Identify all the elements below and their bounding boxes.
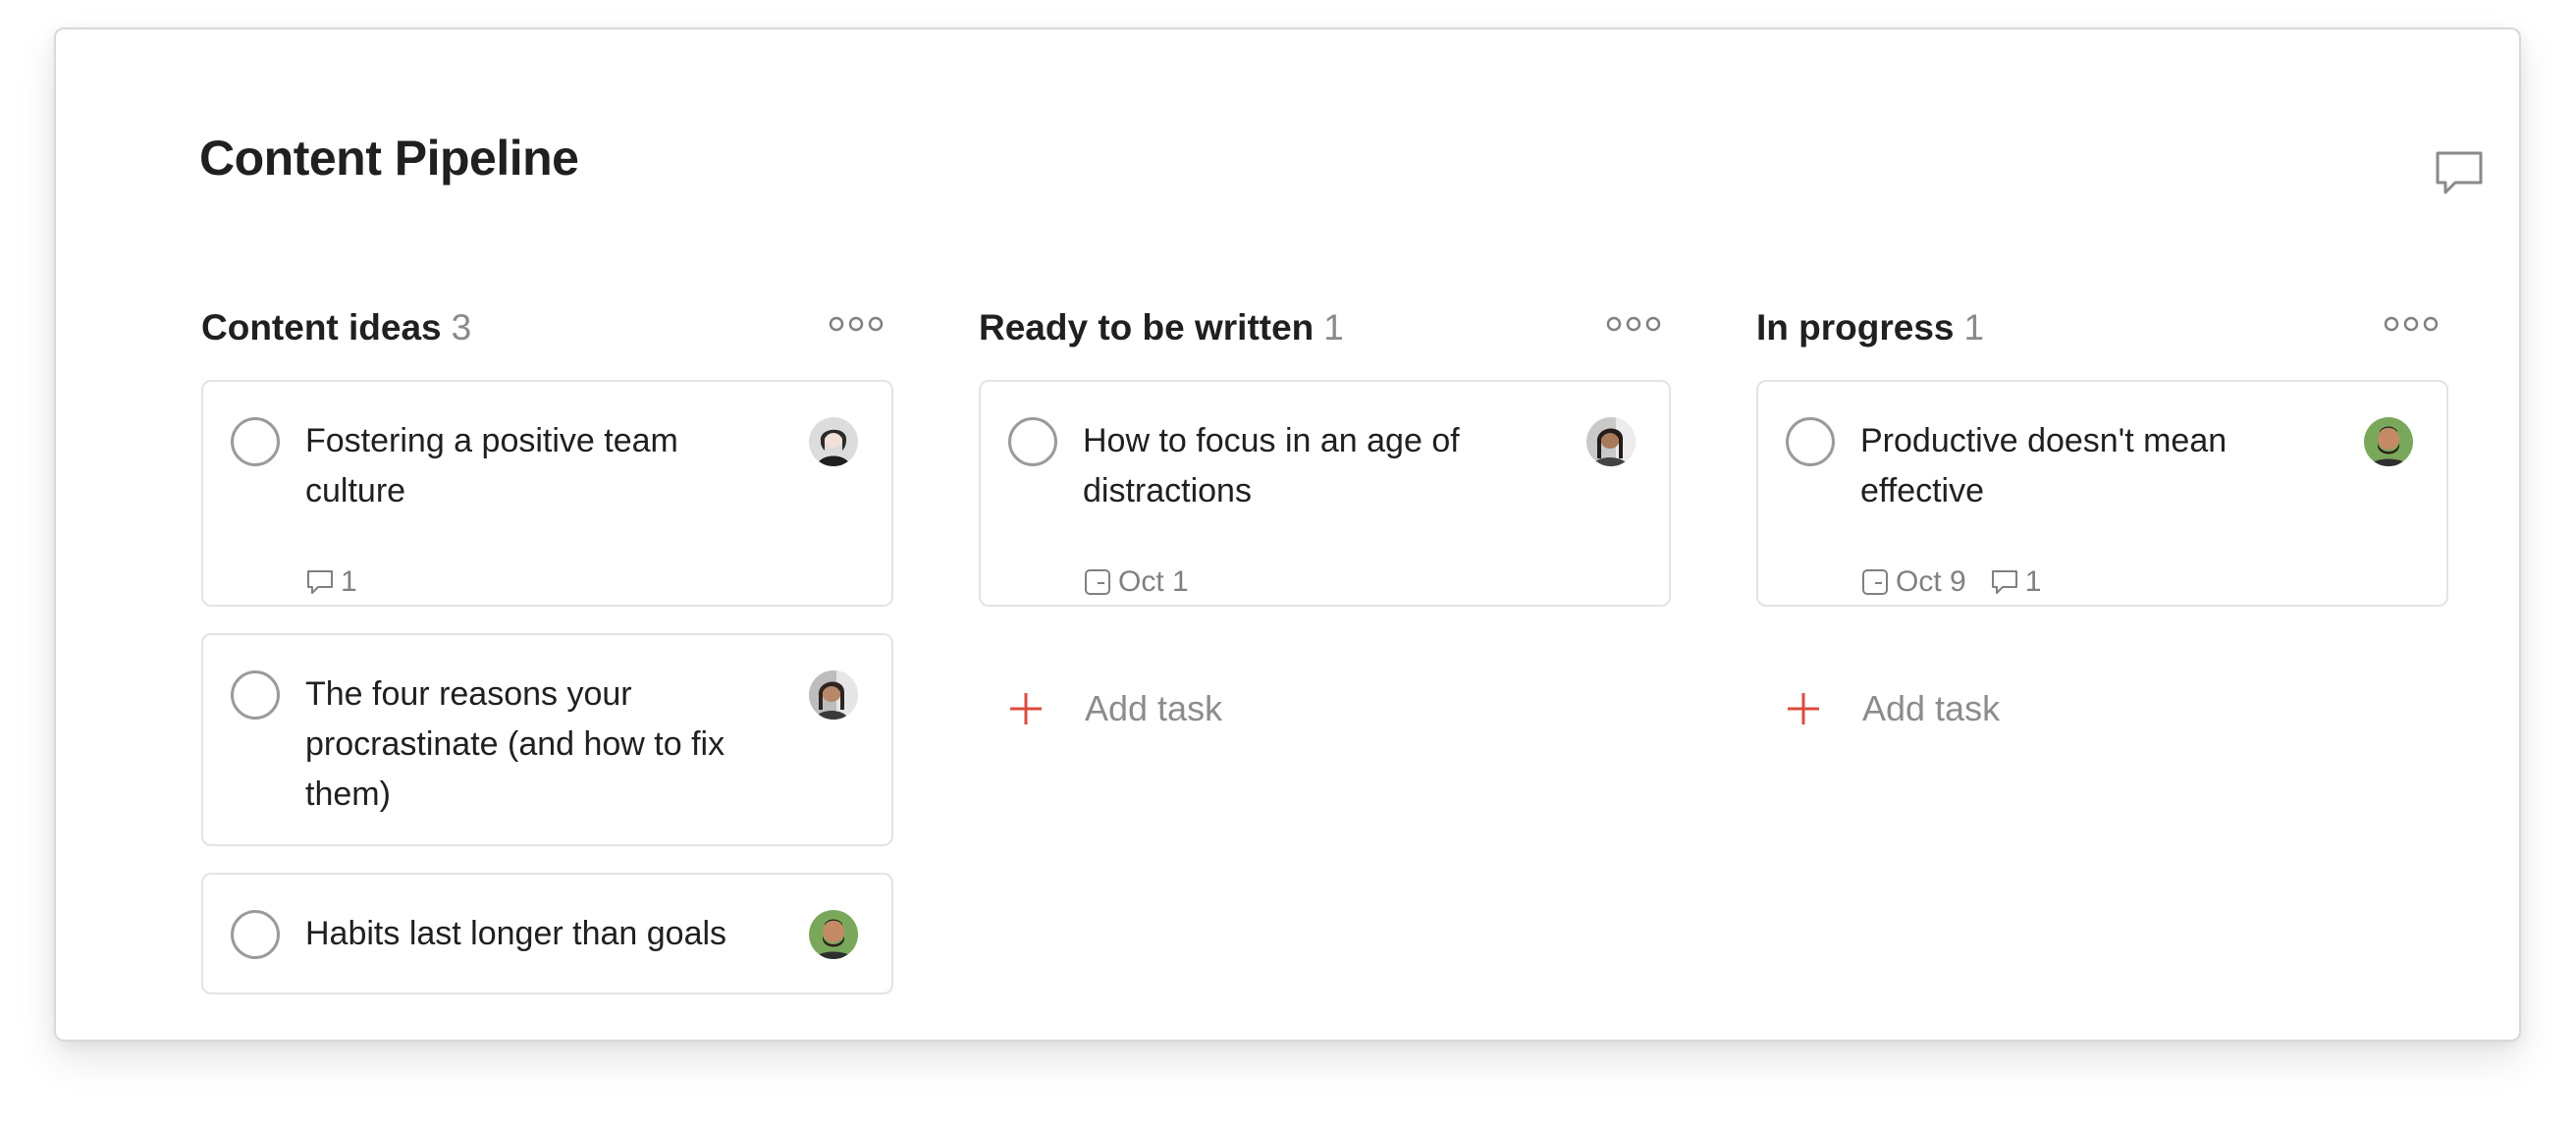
more-options-icon[interactable] [1606,309,1661,339]
column-task-count: 1 [1963,307,1985,348]
column-title: Ready to be written 1 [979,307,1344,348]
column-title: Content ideas 3 [201,307,471,348]
comment-count-value: 1 [341,565,357,598]
more-options-icon[interactable] [829,309,884,339]
complete-checkbox[interactable] [231,670,280,720]
assignee-avatar [1586,417,1636,466]
task-title: The four reasons your procrastinate (and… [305,675,725,813]
task-meta: Oct 9 1 [1860,562,2059,602]
task-card[interactable]: Fostering a positive team culture 1 [201,380,893,607]
plus-icon [1788,693,1819,724]
column-task-count: 3 [451,307,472,348]
comment-icon [1991,570,2017,594]
comment-count: 1 [1990,565,2042,599]
add-task-label: Add task [1862,688,2001,728]
add-task-button[interactable]: Add task [1006,679,1222,738]
assignee-avatar [2364,417,2413,466]
column-title-label: Ready to be written [979,307,1315,348]
task-title: Productive doesn't mean effective [1860,422,2227,509]
add-task-button[interactable]: Add task [1784,679,2000,738]
due-date-value: Oct 1 [1118,565,1189,598]
column-title: In progress 1 [1756,307,1984,348]
comment-icon [307,570,333,594]
comment-count: 1 [305,565,357,599]
due-date: Oct 9 [1860,565,1966,599]
plus-icon [1010,693,1042,724]
column-title-label: Content ideas [201,307,442,348]
column-header: Ready to be written 1 [979,299,1671,348]
task-title: How to focus in an age of distractions [1083,422,1460,509]
column-task-count: 1 [1323,307,1344,348]
page-title: Content Pipeline [199,131,579,186]
complete-checkbox[interactable] [231,910,280,959]
task-title: Habits last longer than goals [305,915,727,952]
column-title-label: In progress [1756,307,1955,348]
assignee-avatar [809,417,858,466]
task-card[interactable]: How to focus in an age of distractions O… [979,380,1671,607]
task-title: Fostering a positive team culture [305,422,678,509]
task-meta: Oct 1 [1083,562,1207,602]
task-card[interactable]: Habits last longer than goals [201,873,893,994]
task-meta: 1 [305,562,375,602]
more-options-icon[interactable] [2384,309,2439,339]
due-date: Oct 1 [1083,565,1189,599]
calendar-icon [1085,569,1110,595]
assignee-avatar [809,670,858,720]
task-card[interactable]: Productive doesn't mean effective Oct 9 [1756,380,2448,607]
due-date-value: Oct 9 [1896,565,1966,598]
complete-checkbox[interactable] [1008,417,1057,466]
calendar-icon [1862,569,1888,595]
column-header: Content ideas 3 [201,299,893,348]
comment-count-value: 1 [2024,565,2042,598]
column-header: In progress 1 [1756,299,2448,348]
comments-icon[interactable] [2432,145,2487,200]
complete-checkbox[interactable] [231,417,280,466]
complete-checkbox[interactable] [1786,417,1835,466]
task-card[interactable]: The four reasons your procrastinate (and… [201,633,893,846]
assignee-avatar [809,910,858,959]
add-task-label: Add task [1085,688,1223,728]
board-window: Content Pipeline Content ideas 3 Fosterin… [54,27,2521,1042]
